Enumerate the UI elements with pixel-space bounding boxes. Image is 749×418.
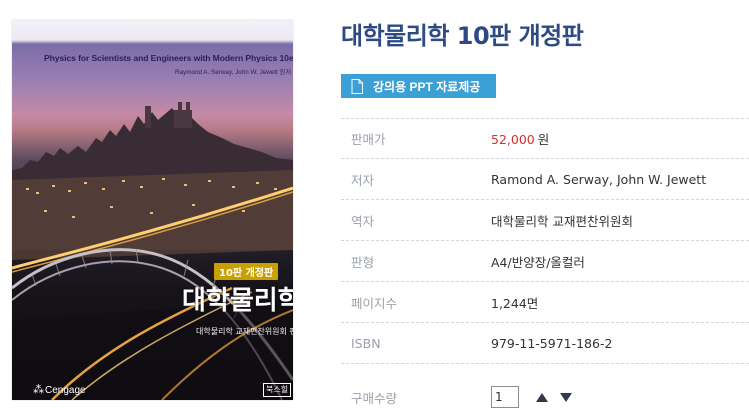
format-value: A4/반양장/올컬러 [491, 254, 585, 270]
quantity-label: 구매수량 [351, 390, 398, 406]
document-icon [351, 78, 363, 94]
quantity-row: 구매수량 [341, 385, 749, 409]
cover-authors: Raymond A. Serway, John W. Jewett 원저 [175, 69, 292, 76]
cover-bridge-artwork [12, 102, 293, 400]
translator-value: 대학물리학 교재편찬위원회 [491, 213, 633, 229]
info-row-format: 판형 A4/반양장/올컬러 [341, 241, 749, 282]
author-value: Ramond A. Serway, John W. Jewett [491, 171, 707, 187]
book-cover-image: Physics for Scientists and Engineers wit… [12, 20, 293, 400]
quantity-input[interactable] [491, 386, 519, 408]
info-row-pages: 페이지수 1,244면 [341, 282, 749, 323]
pages-value: 1,244면 [491, 295, 539, 311]
cover-english-title: Physics for Scientists and Engineers wit… [44, 53, 293, 63]
isbn-label: ISBN [351, 335, 381, 351]
info-row-translator: 역자 대학물리학 교재편찬위원회 [341, 200, 749, 241]
cengage-logo: ⁂Cengage [33, 383, 86, 396]
product-title: 대학물리학 10판 개정판 [341, 22, 584, 50]
price-label: 판매가 [351, 132, 386, 147]
triangle-down-icon[interactable] [557, 388, 575, 406]
pages-label: 페이지수 [351, 295, 398, 311]
cengage-mark-icon: ⁂ [33, 384, 44, 396]
info-row-price: 판매가 52,000 원 [341, 118, 749, 159]
author-label: 저자 [351, 172, 375, 188]
price-value: 52,000 [491, 132, 535, 147]
cover-korean-title: 대학물리학 [182, 286, 293, 316]
ppt-button-label: 강의용 PPT 자료제공 [373, 79, 481, 94]
product-info-table: 판매가 52,000 원 저자 Ramond A. Serway, John W.… [341, 118, 749, 364]
info-row-isbn: ISBN 979-11-5971-186-2 [341, 323, 749, 364]
info-row-author: 저자 Ramond A. Serway, John W. Jewett [341, 159, 749, 200]
price-unit: 원 [537, 132, 550, 147]
cover-editor: 대학물리학 교재편찬위원회 편 [196, 327, 293, 336]
triangle-up-icon[interactable] [533, 388, 551, 406]
cover-publisher: Cengage [45, 385, 86, 396]
ppt-download-button[interactable]: 강의용 PPT 자료제공 [341, 74, 496, 98]
format-label: 판형 [351, 254, 375, 270]
cover-edition-badge: 10판 개정판 [214, 263, 279, 280]
translator-label: 역자 [351, 213, 375, 229]
isbn-value: 979-11-5971-186-2 [491, 335, 613, 351]
bookshill-logo: 북스힐 [263, 383, 292, 397]
